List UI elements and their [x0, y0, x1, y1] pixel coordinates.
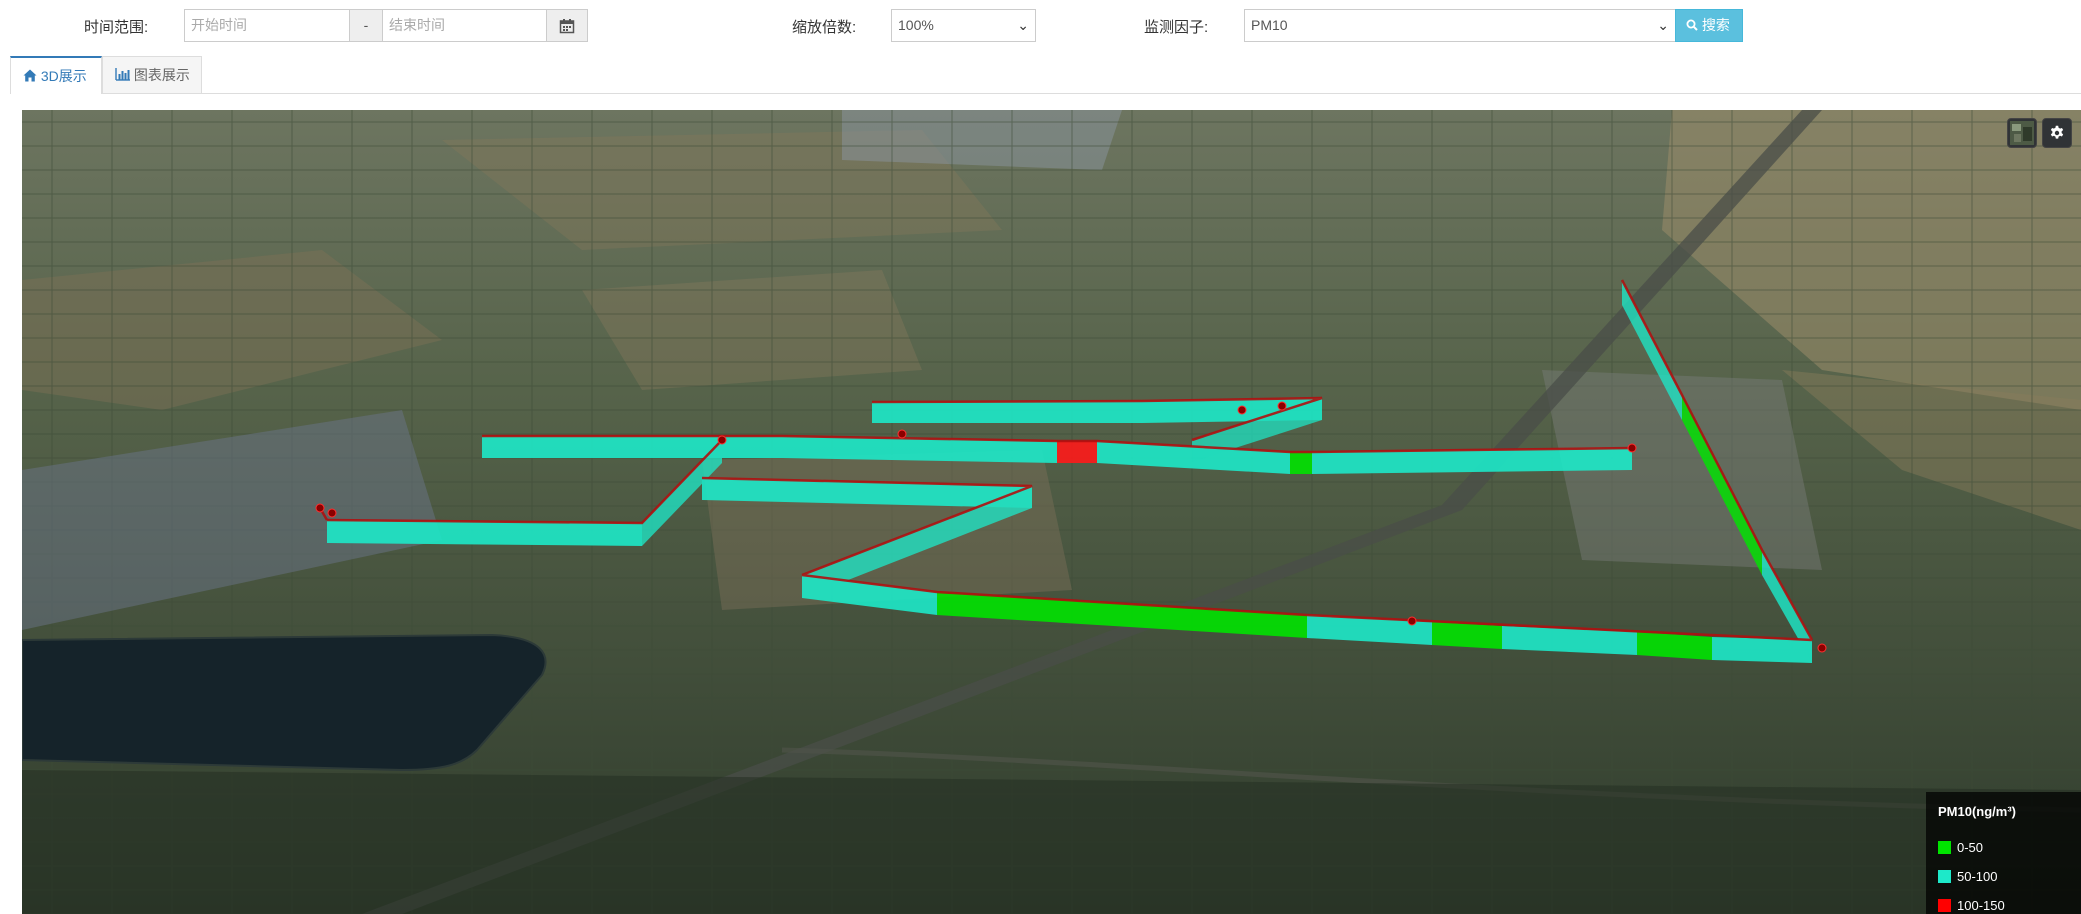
satellite-imagery	[22, 110, 2081, 914]
legend-title: PM10(ng/m³)	[1938, 804, 2016, 819]
toolbar: 时间范围: 开始时间 - 结束时间 缩放倍数: 100% ⌄ 监测因子: PM1…	[0, 0, 2081, 52]
chevron-down-icon: ⌄	[1657, 17, 1669, 33]
calendar-button[interactable]	[546, 9, 588, 42]
legend-item-label: 50-100	[1957, 869, 1998, 884]
tab-divider	[10, 93, 2081, 94]
tab-3d-view-label: 3D展示	[40, 68, 87, 84]
zoom-select[interactable]: 100% ⌄	[891, 9, 1036, 42]
pm10-legend: PM10(ng/m³) 0-50 50-100 100-150	[1926, 792, 2081, 914]
settings-button[interactable]	[2042, 118, 2072, 148]
legend-swatch-cyan	[1938, 870, 1951, 883]
factor-select[interactable]: PM10 ⌄	[1244, 9, 1676, 42]
legend-item: 0-50	[1938, 833, 2081, 862]
calendar-icon	[559, 19, 575, 34]
factor-value: PM10	[1251, 17, 1288, 33]
zoom-value: 100%	[898, 17, 934, 33]
tab-chart-view[interactable]: 图表展示	[102, 56, 202, 94]
search-icon	[1686, 19, 1698, 31]
search-button-label: 搜索	[1701, 17, 1730, 33]
legend-item-label: 0-50	[1957, 840, 1984, 855]
home-icon	[23, 69, 37, 82]
legend-swatch-red	[1938, 899, 1951, 912]
range-separator: -	[349, 9, 383, 42]
factor-label: 监测因子:	[1144, 19, 1209, 36]
gear-icon	[2050, 125, 2064, 139]
legend-item: 50-100	[1938, 862, 2081, 891]
legend-swatch-green	[1938, 841, 1951, 854]
legend-item-label: 100-150	[1957, 898, 2005, 913]
legend-item: 100-150	[1938, 891, 2081, 914]
imagery-thumbnail-icon	[2010, 121, 2034, 145]
search-button[interactable]: 搜索	[1675, 9, 1743, 42]
tab-3d-view[interactable]: 3D展示	[10, 56, 102, 94]
zoom-label: 缩放倍数:	[792, 19, 857, 36]
time-range-label: 时间范围:	[84, 19, 149, 36]
tab-chart-view-label: 图表展示	[133, 67, 190, 83]
end-time-input[interactable]: 结束时间	[382, 9, 547, 42]
start-time-input[interactable]: 开始时间	[184, 9, 350, 42]
base-layer-picker-button[interactable]	[2007, 118, 2037, 148]
bar-chart-icon	[115, 68, 130, 81]
chevron-down-icon: ⌄	[1017, 17, 1029, 33]
map-viewport-3d[interactable]: PM10(ng/m³) 0-50 50-100 100-150	[22, 110, 2081, 914]
